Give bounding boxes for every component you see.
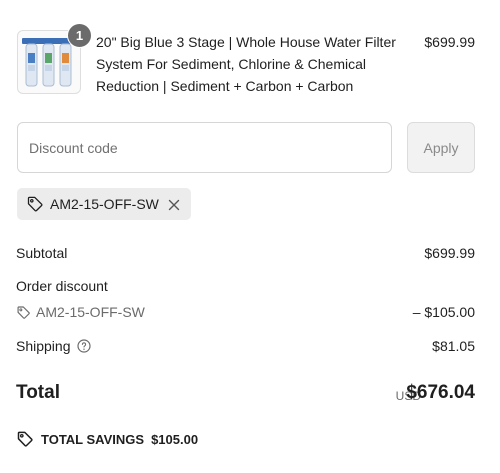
- discount-code-input[interactable]: [17, 122, 392, 173]
- shipping-value: $81.05: [432, 338, 475, 354]
- quantity-badge: 1: [67, 23, 92, 48]
- subtotal-label: Subtotal: [16, 245, 68, 261]
- product-name: 20" Big Blue 3 Stage | Whole House Water…: [96, 34, 396, 94]
- order-discount-label: Order discount: [16, 278, 108, 294]
- total-value: $676.04: [406, 382, 475, 403]
- total-label: Total: [16, 382, 60, 403]
- tag-icon: [16, 305, 31, 320]
- tag-icon: [26, 195, 44, 213]
- applied-discount-chip: AM2-15-OFF-SW: [17, 188, 191, 220]
- shipping-label: Shipping: [16, 338, 71, 354]
- total-savings-label: TOTAL SAVINGS: [41, 431, 145, 447]
- apply-discount-button[interactable]: Apply: [407, 122, 475, 173]
- order-discount-value: – $105.00: [412, 304, 475, 320]
- close-icon[interactable]: [168, 198, 180, 211]
- total-savings-value: $105.00: [151, 431, 199, 447]
- applied-discount-code: AM2-15-OFF-SW: [50, 196, 159, 212]
- order-discount-code-row: AM2-15-OFF-SW: [16, 304, 145, 320]
- tag-icon: [16, 430, 34, 448]
- total-savings-row: TOTAL SAVINGS $105.00: [16, 430, 198, 448]
- order-discount-code: AM2-15-OFF-SW: [36, 304, 145, 320]
- subtotal-value: $699.99: [424, 245, 475, 261]
- product-price: $699.99: [424, 34, 475, 50]
- shipping-row: Shipping: [16, 338, 91, 354]
- info-icon[interactable]: [76, 339, 91, 353]
